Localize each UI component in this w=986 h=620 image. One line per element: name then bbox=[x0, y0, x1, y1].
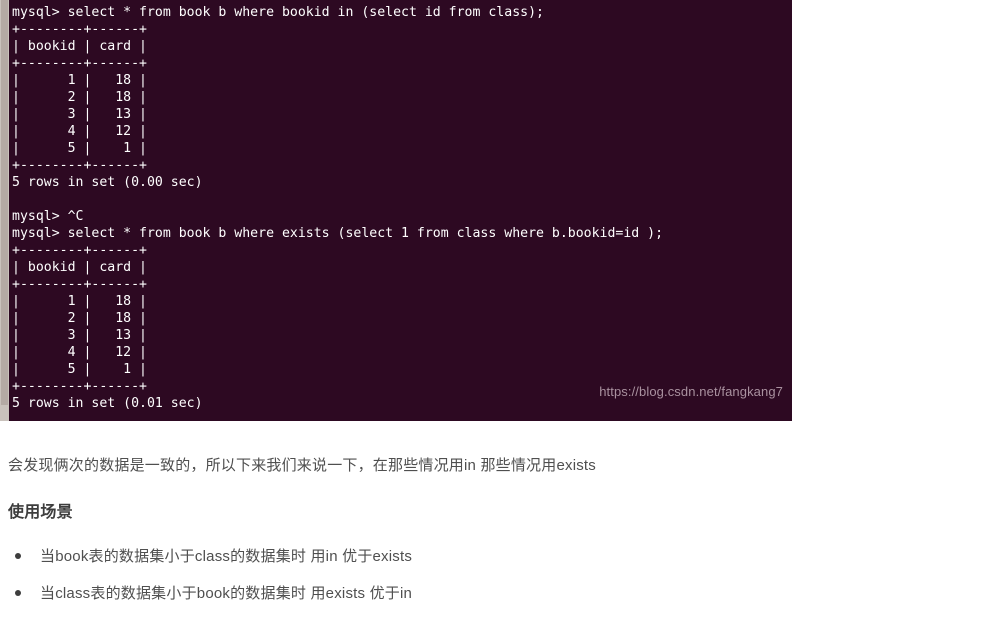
terminal-line: mysql> select * from book b where bookid… bbox=[12, 5, 544, 20]
terminal-line: | 4 | 12 | bbox=[12, 124, 147, 139]
terminal-line: | bookid | card | bbox=[12, 39, 147, 54]
terminal-line: mysql> select * from book b where exists… bbox=[12, 226, 664, 241]
terminal-line: | 3 | 13 | bbox=[12, 107, 147, 122]
section-heading: 使用场景 bbox=[8, 504, 73, 521]
watermark-url: https://blog.csdn.net/fangkang7 bbox=[599, 384, 783, 399]
terminal-line: +--------+------+ bbox=[12, 56, 147, 71]
terminal-line: 5 rows in set (0.00 sec) bbox=[12, 175, 203, 190]
usage-scenario-list: 当book表的数据集小于class的数据集时 用in 优于exists 当cla… bbox=[0, 525, 986, 606]
terminal-line: | 1 | 18 | bbox=[12, 73, 147, 88]
terminal-scrollbar-thumb[interactable] bbox=[1, 0, 8, 405]
terminal-line: | 5 | 1 | bbox=[12, 141, 147, 156]
bullet-icon bbox=[15, 590, 21, 597]
terminal-scrollbar[interactable] bbox=[0, 0, 9, 421]
terminal-line: mysql> ^C bbox=[12, 209, 84, 224]
article-body: 会发现俩次的数据是一致的，所以下来我们来说一下，在那些情况用in 那些情况用ex… bbox=[0, 421, 986, 620]
terminal-line: | bookid | card | bbox=[12, 260, 147, 275]
terminal-line: +--------+------+ bbox=[12, 277, 147, 292]
terminal-line: | 1 | 18 | bbox=[12, 294, 147, 309]
article-paragraph: 会发现俩次的数据是一致的，所以下来我们来说一下，在那些情况用in 那些情况用ex… bbox=[8, 457, 596, 474]
terminal-line: | 2 | 18 | bbox=[12, 90, 147, 105]
list-item-label: 当book表的数据集小于class的数据集时 用in 优于exists bbox=[40, 548, 413, 565]
terminal-output[interactable]: mysql> select * from book b where bookid… bbox=[9, 0, 792, 421]
terminal-line: | 2 | 18 | bbox=[12, 311, 147, 326]
bullet-icon bbox=[15, 553, 21, 559]
terminal-line: | 3 | 13 | bbox=[12, 328, 147, 343]
terminal-line: | 4 | 12 | bbox=[12, 345, 147, 360]
terminal-line: +--------+------+ bbox=[12, 243, 147, 258]
list-item: 当class表的数据集小于book的数据集时 用exists 优于in bbox=[0, 582, 986, 605]
terminal-window: mysql> select * from book b where bookid… bbox=[0, 0, 792, 421]
list-item: 当book表的数据集小于class的数据集时 用in 优于exists bbox=[0, 545, 986, 568]
terminal-line: +--------+------+ bbox=[12, 158, 147, 173]
terminal-line: +--------+------+ bbox=[12, 22, 147, 37]
list-item-label: 当class表的数据集小于book的数据集时 用exists 优于in bbox=[40, 585, 413, 603]
terminal-line: | 5 | 1 | bbox=[12, 362, 147, 377]
